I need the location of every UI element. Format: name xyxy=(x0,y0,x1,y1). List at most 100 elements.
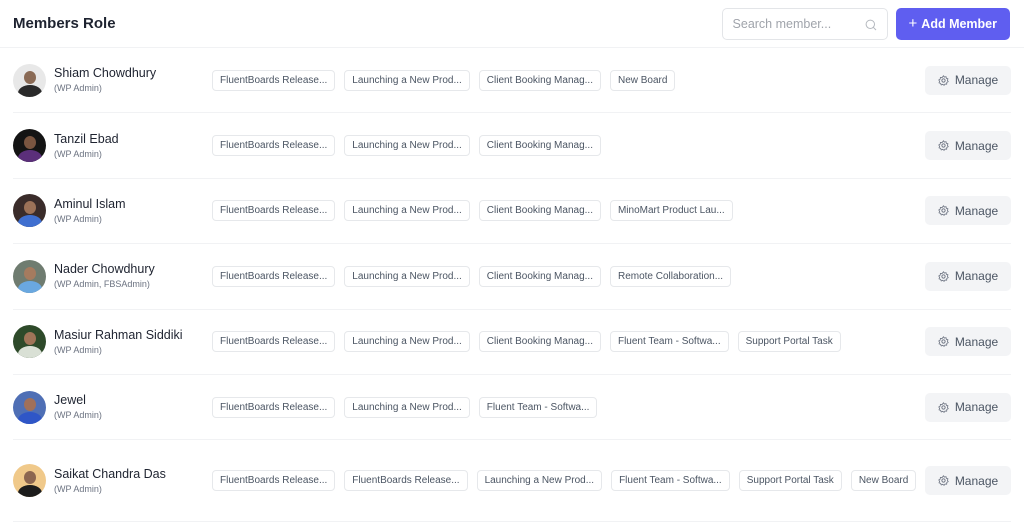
board-chip[interactable]: Fluent Team - Softwa... xyxy=(478,396,598,418)
board-chip[interactable]: FluentBoards Release... xyxy=(212,396,336,418)
member-row: Aminul Islam (WP Admin) FluentBoards Rel… xyxy=(13,179,1011,245)
page-title: Members Role xyxy=(13,15,116,32)
member-boards: FluentBoards Release... Launching a New P… xyxy=(212,396,925,418)
board-chip[interactable]: Launching a New Prod... xyxy=(476,470,603,492)
avatar-body xyxy=(17,84,42,97)
member-name: Nader Chowdhury xyxy=(54,262,155,277)
search-box[interactable] xyxy=(721,7,888,40)
member-row: Shiam Chowdhury (WP Admin) FluentBoards … xyxy=(13,48,1011,114)
avatar xyxy=(13,194,46,228)
member-name: Masiur Rahman Siddiki xyxy=(54,327,183,342)
member-name: Jewel xyxy=(54,393,86,408)
manage-button[interactable]: Manage xyxy=(925,65,1011,95)
manage-button[interactable]: Manage xyxy=(925,131,1011,161)
gear-icon xyxy=(938,271,949,282)
add-member-label: Add Member xyxy=(921,16,997,31)
manage-button[interactable]: Manage xyxy=(925,327,1011,357)
board-chip[interactable]: Launching a New Prod... xyxy=(344,265,470,287)
avatar xyxy=(13,464,46,498)
board-chip[interactable]: Client Booking Manag... xyxy=(478,135,601,157)
member-info: Aminul Islam (WP Admin) xyxy=(13,194,212,228)
member-text: Aminul Islam (WP Admin) xyxy=(54,196,126,226)
board-chip[interactable]: Support Portal Task xyxy=(738,470,842,492)
member-boards: FluentBoards Release... Launching a New P… xyxy=(212,200,925,222)
member-row: Saikat Chandra Das (WP Admin) FluentBoar… xyxy=(13,440,1011,523)
member-role: (WP Admin) xyxy=(54,344,102,355)
board-chip[interactable]: New Board xyxy=(850,470,917,492)
gear-icon xyxy=(938,205,949,217)
member-info: Tanzil Ebad (WP Admin) xyxy=(13,129,212,163)
board-chip[interactable]: FluentBoards Release... xyxy=(212,331,336,353)
avatar-head xyxy=(23,471,36,485)
board-chip[interactable]: Launching a New Prod... xyxy=(344,69,470,91)
avatar-head xyxy=(23,136,36,150)
board-chip[interactable]: Client Booking Manag... xyxy=(478,69,601,91)
board-chip[interactable]: Launching a New Prod... xyxy=(344,135,470,157)
gear-icon xyxy=(938,475,949,487)
board-chip[interactable]: Launching a New Prod... xyxy=(344,396,470,418)
member-role: (WP Admin) xyxy=(54,213,102,224)
add-member-button[interactable]: + Add Member xyxy=(895,7,1010,40)
avatar-head xyxy=(23,397,36,411)
board-chip[interactable]: Client Booking Manag... xyxy=(478,331,601,353)
manage-label: Manage xyxy=(954,400,999,415)
board-chip[interactable]: Support Portal Task xyxy=(737,331,841,353)
manage-label: Manage xyxy=(954,269,999,284)
member-boards: FluentBoards Release... Launching a New P… xyxy=(212,331,925,353)
member-info: Masiur Rahman Siddiki (WP Admin) xyxy=(13,325,212,359)
member-name: Tanzil Ebad xyxy=(54,131,119,146)
board-chip[interactable]: FluentBoards Release... xyxy=(212,200,336,222)
plus-icon: + xyxy=(908,15,918,32)
board-chip[interactable]: FluentBoards Release... xyxy=(344,470,468,492)
member-boards: FluentBoards Release... Launching a New P… xyxy=(212,265,925,287)
board-chip[interactable]: Fluent Team - Softwa... xyxy=(611,470,730,492)
manage-label: Manage xyxy=(954,203,999,218)
member-boards: FluentBoards Release... Launching a New P… xyxy=(212,69,925,91)
manage-label: Manage xyxy=(954,138,999,153)
gear-icon xyxy=(938,336,949,348)
member-row: Tanzil Ebad (WP Admin) FluentBoards Rele… xyxy=(13,113,1011,179)
member-text: Shiam Chowdhury (WP Admin) xyxy=(54,65,156,95)
avatar-head xyxy=(23,70,36,84)
board-chip[interactable]: Client Booking Manag... xyxy=(478,200,601,222)
avatar-head xyxy=(23,201,36,215)
member-row: Nader Chowdhury (WP Admin, FBSAdmin) Flu… xyxy=(13,244,1011,310)
avatar xyxy=(13,63,46,97)
member-text: Masiur Rahman Siddiki (WP Admin) xyxy=(54,327,183,357)
manage-button[interactable]: Manage xyxy=(925,466,1011,496)
search-input[interactable] xyxy=(732,16,865,31)
board-chip[interactable]: Client Booking Manag... xyxy=(478,265,601,287)
board-chip[interactable]: FluentBoards Release... xyxy=(212,470,336,492)
member-name: Shiam Chowdhury xyxy=(54,66,157,81)
manage-button[interactable]: Manage xyxy=(925,392,1011,422)
board-chip[interactable]: FluentBoards Release... xyxy=(212,135,336,157)
board-chip[interactable]: Launching a New Prod... xyxy=(344,331,470,353)
board-chip[interactable]: Remote Collaboration... xyxy=(609,265,732,287)
board-chip[interactable]: MinoMart Product Lau... xyxy=(609,200,733,222)
member-name: Saikat Chandra Das xyxy=(54,466,166,481)
member-role: (WP Admin) xyxy=(54,148,102,159)
avatar-head xyxy=(23,332,36,346)
member-row: Jewel (WP Admin) FluentBoards Release...… xyxy=(13,375,1011,441)
gear-icon xyxy=(938,75,949,86)
member-name: Aminul Islam xyxy=(54,196,126,211)
member-role: (WP Admin, FBSAdmin) xyxy=(54,279,150,290)
avatar-body xyxy=(17,215,42,228)
manage-button[interactable]: Manage xyxy=(925,261,1011,291)
board-chip[interactable]: Launching a New Prod... xyxy=(344,200,470,222)
manage-label: Manage xyxy=(954,473,999,488)
avatar xyxy=(13,390,46,424)
member-info: Nader Chowdhury (WP Admin, FBSAdmin) xyxy=(13,259,212,293)
board-chip[interactable]: New Board xyxy=(609,69,676,91)
member-info: Shiam Chowdhury (WP Admin) xyxy=(13,63,212,97)
member-role: (WP Admin) xyxy=(54,83,102,94)
manage-button[interactable]: Manage xyxy=(925,196,1011,226)
search-icon[interactable] xyxy=(865,18,877,30)
board-chip[interactable]: FluentBoards Release... xyxy=(212,265,336,287)
board-chip[interactable]: Fluent Team - Softwa... xyxy=(609,331,729,353)
avatar xyxy=(13,129,46,163)
avatar xyxy=(13,325,46,359)
member-info: Saikat Chandra Das (WP Admin) xyxy=(13,464,212,498)
member-role: (WP Admin) xyxy=(54,410,102,421)
board-chip[interactable]: FluentBoards Release... xyxy=(212,69,336,91)
